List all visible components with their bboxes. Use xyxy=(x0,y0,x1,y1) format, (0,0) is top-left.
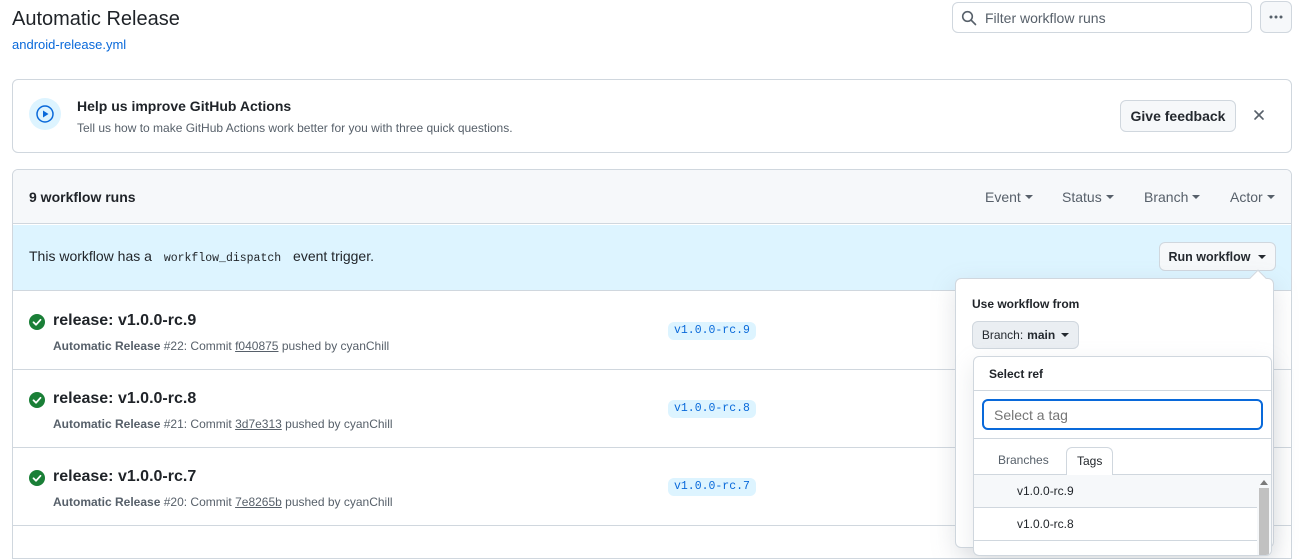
branch-tag-label[interactable]: v1.0.0-rc.7 xyxy=(668,478,756,496)
run-title[interactable]: release: v1.0.0-rc.7 xyxy=(53,468,196,486)
check-circle-fill-icon xyxy=(29,470,45,486)
run-meta: Automatic Release #20: Commit 7e8265b pu… xyxy=(53,495,393,509)
page-title: Automatic Release xyxy=(12,8,180,30)
check-circle-fill-icon xyxy=(29,392,45,408)
branch-filter-dropdown[interactable]: Branch xyxy=(1144,189,1201,205)
branch-tag-label[interactable]: v1.0.0-rc.8 xyxy=(668,400,756,418)
more-options-button[interactable] xyxy=(1260,1,1292,33)
caret-down-icon xyxy=(1266,195,1275,199)
ref-search-input[interactable] xyxy=(982,399,1263,430)
commit-sha-link[interactable]: 7e8265b xyxy=(235,495,282,509)
branch-tag-label[interactable]: v1.0.0-rc.9 xyxy=(668,322,756,340)
kebab-horizontal-icon xyxy=(1269,15,1283,19)
tab-tags[interactable]: Tags xyxy=(1066,447,1114,476)
tab-branches[interactable]: Branches xyxy=(988,447,1059,476)
run-meta: Automatic Release #22: Commit f040875 pu… xyxy=(53,339,390,353)
select-ref-title: Select ref xyxy=(989,367,1044,381)
ref-list-item[interactable]: v1.0.0-rc.9 xyxy=(974,475,1271,508)
commit-sha-link[interactable]: 3d7e313 xyxy=(235,417,282,431)
banner-description: Tell us how to make GitHub Actions work … xyxy=(77,121,513,135)
banner-title: Help us improve GitHub Actions xyxy=(77,98,292,114)
caret-down-icon xyxy=(1258,254,1267,259)
dispatch-text: This workflow has a workflow_dispatch ev… xyxy=(29,248,374,265)
event-filter-dropdown[interactable]: Event xyxy=(985,189,1033,205)
use-workflow-from-label: Use workflow from xyxy=(972,297,1080,311)
filter-placeholder: Filter workflow runs xyxy=(985,9,1106,26)
scroll-up-arrow-icon[interactable] xyxy=(1260,480,1268,485)
run-title[interactable]: release: v1.0.0-rc.8 xyxy=(53,390,196,408)
workflow-file-link[interactable]: android-release.yml xyxy=(12,37,126,52)
commit-sha-link[interactable]: f040875 xyxy=(235,339,278,353)
status-filter-dropdown[interactable]: Status xyxy=(1062,189,1114,205)
play-icon xyxy=(29,98,61,130)
caret-down-icon xyxy=(1105,195,1114,199)
caret-down-icon xyxy=(1024,195,1033,199)
caret-down-icon xyxy=(1061,333,1070,337)
select-ref-header: Select ref xyxy=(974,357,1271,391)
ref-list-item[interactable]: v1.0.0-rc.8 xyxy=(974,508,1271,541)
run-title[interactable]: release: v1.0.0-rc.9 xyxy=(53,312,196,330)
close-icon[interactable] xyxy=(1251,107,1267,123)
runs-header: 9 workflow runs Event Status Branch Acto… xyxy=(13,170,1291,224)
check-circle-fill-icon xyxy=(29,314,45,330)
filter-workflow-runs-input[interactable]: Filter workflow runs xyxy=(952,2,1252,33)
runs-count: 9 workflow runs xyxy=(29,189,136,205)
run-meta: Automatic Release #21: Commit 3d7e313 pu… xyxy=(53,417,393,431)
select-ref-menu: Select ref Branches Tags v1.0.0-rc.9 v1.… xyxy=(973,356,1272,556)
actor-filter-dropdown[interactable]: Actor xyxy=(1230,189,1275,205)
dispatch-code: workflow_dispatch xyxy=(163,252,282,265)
caret-down-icon xyxy=(1192,195,1201,199)
give-feedback-button[interactable]: Give feedback xyxy=(1120,100,1236,132)
scrollbar-thumb[interactable] xyxy=(1259,488,1269,555)
branch-select-button[interactable]: Branch: main xyxy=(972,321,1079,349)
run-workflow-button[interactable]: Run workflow xyxy=(1159,242,1276,271)
feedback-banner: Help us improve GitHub Actions Tell us h… xyxy=(12,79,1292,153)
search-icon xyxy=(961,10,977,25)
